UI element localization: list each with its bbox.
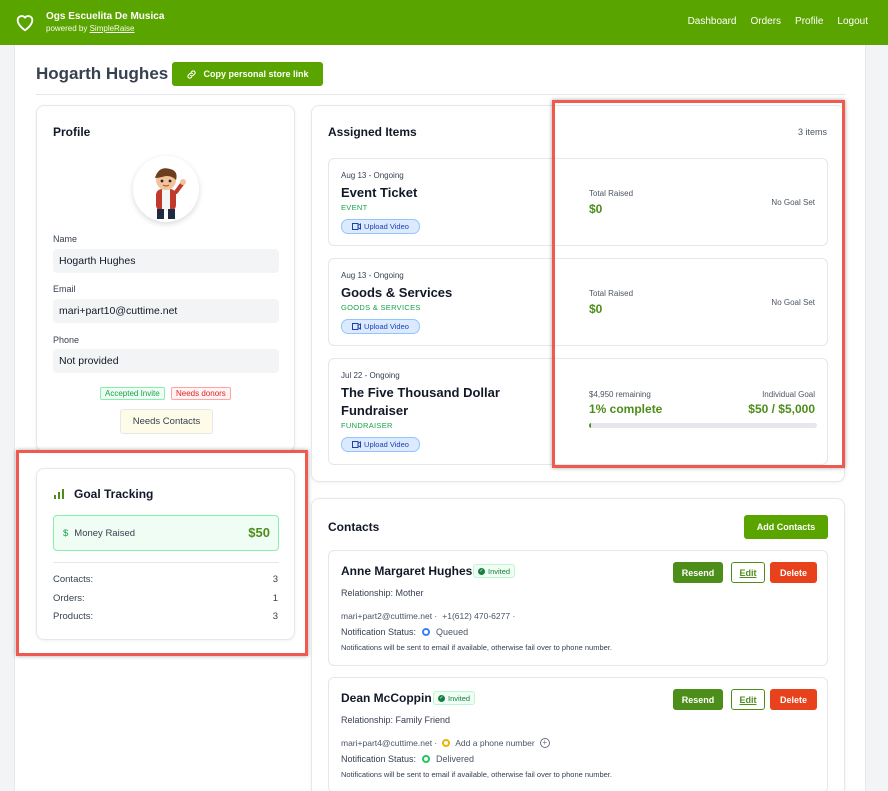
resend-button[interactable]: Resend [673,562,723,583]
profile-card: Profile Name Hogarth Hughes Email mari+p… [36,105,295,452]
upload-video-label: Upload Video [364,322,409,331]
notification-note: Notifications will be sent to email if a… [341,770,612,779]
powered-by: powered by SimpleRaise [46,24,135,33]
item-category: GOODS & SERVICES [341,303,421,312]
item-name-line2: Fundraiser [341,403,409,418]
notification-status-label: Notification Status: [341,627,417,637]
check-icon: ✓ [438,694,445,702]
title-divider [36,94,846,95]
name-label: Name [53,234,78,244]
add-phone-link[interactable]: Add a phone number [455,738,534,748]
contact-card: Anne Margaret Hughes ✓ Invited Resend Edi… [328,550,828,666]
accepted-invite-badge: Accepted Invite [100,387,165,400]
contacts-heading: Contacts [328,520,380,534]
link-icon [187,69,197,79]
goal-tracking-highlight [16,450,308,656]
notification-note: Notifications will be sent to email if a… [341,643,612,652]
copy-store-link-label: Copy personal store link [203,69,309,79]
edit-button[interactable]: Edit [731,562,765,583]
video-icon [352,223,362,230]
invited-label: Invited [448,693,471,703]
upload-video-button[interactable]: Upload Video [341,437,420,452]
upload-video-label: Upload Video [364,440,409,449]
item-date: Aug 13 - Ongoing [341,171,404,180]
status-dot-icon [422,628,431,636]
assigned-items-heading: Assigned Items [328,125,417,139]
check-icon: ✓ [478,567,485,575]
top-nav: Dashboard Orders Profile Logout [688,16,868,27]
contact-email: mari+part4@cuttime.net · [341,738,438,748]
item-category: EVENT [341,203,368,212]
video-icon [352,441,362,448]
copy-store-link-button[interactable]: Copy personal store link [172,62,323,86]
needs-contacts-badge: Needs Contacts [120,409,213,434]
item-category: FUNDRAISER [341,421,393,430]
edit-button[interactable]: Edit [731,689,765,710]
nav-orders[interactable]: Orders [750,16,781,27]
items-highlight [552,100,845,468]
phone-label: Phone [53,335,80,345]
nav-profile[interactable]: Profile [795,16,823,27]
org-name: Ogs Escuelita De Musica [46,11,165,22]
notification-status: Notification Status: Delivered [341,754,474,764]
contact-phone: +1(612) 470-6277 · [442,611,516,621]
powered-by-text: powered by [46,24,88,33]
nav-dashboard[interactable]: Dashboard [688,16,737,27]
notification-status-value: Delivered [436,754,475,764]
contact-card: Dean McCoppin ✓ Invited Resend Edit Delet… [328,677,828,791]
needs-donors-badge: Needs donors [171,387,231,400]
cartoon-avatar-icon [155,168,186,219]
profile-heading: Profile [53,125,91,139]
status-dot-icon [422,755,431,763]
name-field[interactable]: Hogarth Hughes [53,249,279,273]
upload-video-label: Upload Video [364,222,409,231]
top-bar: Ogs Escuelita De Musica powered by Simpl… [0,0,888,45]
item-date: Aug 13 - Ongoing [341,271,404,280]
invited-badge: ✓ Invited [473,564,516,578]
add-phone-plus-icon[interactable]: + [539,738,550,748]
contact-relationship: Relationship: Family Friend [341,715,451,725]
add-contacts-button[interactable]: Add Contacts [744,515,828,539]
contact-info: mari+part2@cuttime.net · +1(612) 470-627… [341,611,515,621]
contact-relationship: Relationship: Mother [341,588,424,598]
item-name: Event Ticket [341,185,418,200]
contact-name: Dean McCoppin [341,691,432,705]
notification-status-label: Notification Status: [341,754,417,764]
upload-video-button[interactable]: Upload Video [341,319,420,334]
invited-badge: ✓ Invited [433,691,476,705]
page-title: Hogarth Hughes [36,64,169,83]
warning-dot-icon [442,739,451,747]
notification-status: Notification Status: Queued [341,627,468,637]
item-name: Goods & Services [341,285,453,300]
resend-button[interactable]: Resend [673,689,723,710]
contacts-card: Contacts Add Contacts Anne Margaret Hugh… [311,498,845,791]
nav-logout[interactable]: Logout [837,16,868,27]
contact-name: Anne Margaret Hughes [341,564,473,578]
simpleraise-link[interactable]: SimpleRaise [90,24,135,33]
notification-status-value: Queued [436,627,469,637]
upload-video-button[interactable]: Upload Video [341,219,420,234]
invited-label: Invited [488,566,511,576]
avatar [133,156,199,222]
delete-button[interactable]: Delete [770,562,817,583]
contact-info: mari+part4@cuttime.net · Add a phone num… [341,738,550,748]
item-date: Jul 22 - Ongoing [341,371,400,380]
heart-logo-icon[interactable] [14,11,36,33]
contact-email: mari+part2@cuttime.net · [341,611,438,621]
email-label: Email [53,284,76,294]
item-name-line1: The Five Thousand Dollar [341,385,500,400]
delete-button[interactable]: Delete [770,689,817,710]
phone-field[interactable]: Not provided [53,349,279,373]
video-icon [352,323,362,330]
email-field[interactable]: mari+part10@cuttime.net [53,299,279,323]
